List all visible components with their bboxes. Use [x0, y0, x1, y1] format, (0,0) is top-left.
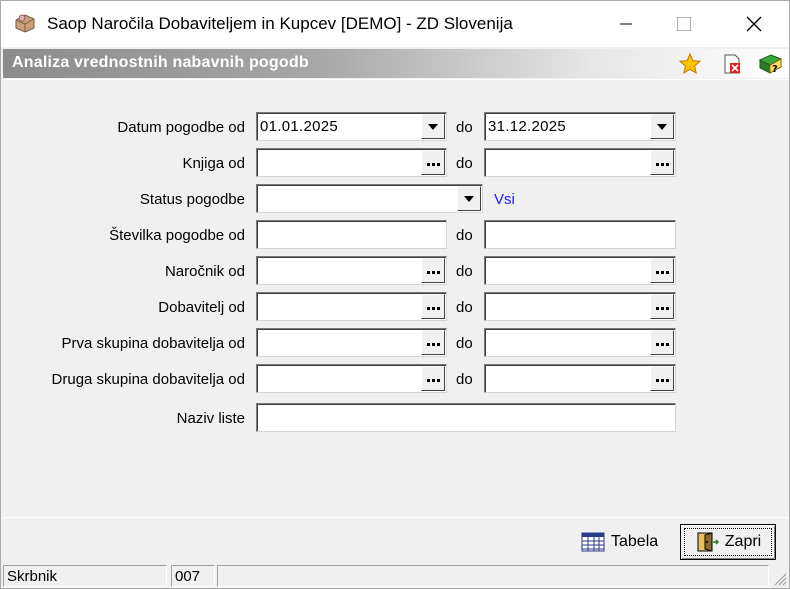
maximize-button[interactable]	[655, 1, 713, 47]
label-dobavitelj: Dobavitelj od	[158, 299, 245, 316]
label-status-pogodbe: Status pogodbe	[139, 191, 245, 208]
stevilka-from-input[interactable]	[256, 220, 447, 249]
label-naziv-liste: Naziv liste	[176, 410, 245, 427]
label-do: do	[456, 299, 473, 316]
filter-form: Datum pogodbe od 01.01.2025 do 31.12.202…	[3, 79, 789, 517]
label-prva-skupina: Prva skupina dobavitelja od	[61, 335, 245, 352]
status-bar: Skrbnik 007	[1, 563, 789, 588]
ellipsis-icon	[655, 343, 669, 346]
lookup-button[interactable]	[650, 366, 674, 391]
ellipsis-icon	[426, 307, 440, 310]
chevron-down-icon[interactable]	[650, 114, 674, 139]
page-title: Analiza vrednostnih nabavnih pogodb	[12, 54, 309, 71]
lookup-button[interactable]	[650, 330, 674, 355]
tabela-button[interactable]: Tabela	[575, 524, 664, 560]
zapri-label: Zapri	[724, 533, 762, 550]
main-window: Saop Naročila Dobaviteljem in Kupcev [DE…	[0, 0, 790, 589]
lookup-button[interactable]	[421, 258, 445, 283]
table-icon	[581, 532, 605, 552]
ellipsis-icon	[426, 271, 440, 274]
label-knjiga: Knjiga od	[182, 155, 245, 172]
label-do: do	[456, 335, 473, 352]
label-do: do	[456, 155, 473, 172]
knjiga-from-field[interactable]	[256, 148, 447, 177]
datum-from-dropdown[interactable]: 01.01.2025	[256, 112, 447, 141]
status-user: Skrbnik	[3, 565, 167, 587]
star-icon[interactable]	[677, 51, 703, 77]
help-book-icon[interactable]: ?	[757, 51, 783, 77]
lookup-button[interactable]	[421, 366, 445, 391]
ellipsis-icon	[655, 271, 669, 274]
status-hint: Vsi	[494, 191, 515, 208]
lookup-button[interactable]	[650, 294, 674, 319]
knjiga-to-field[interactable]	[484, 148, 676, 177]
naziv-liste-input[interactable]	[256, 403, 676, 432]
druga-skupina-to-field[interactable]	[484, 364, 676, 393]
narocnik-from-field[interactable]	[256, 256, 447, 285]
ellipsis-icon	[655, 379, 669, 382]
title-bar[interactable]: Saop Naročila Dobaviteljem in Kupcev [DE…	[1, 1, 789, 47]
zapri-button[interactable]: Zapri	[680, 524, 776, 560]
ellipsis-icon	[655, 163, 669, 166]
tabela-label: Tabela	[611, 533, 659, 550]
prva-skupina-from-field[interactable]	[256, 328, 447, 357]
ellipsis-icon	[426, 343, 440, 346]
lookup-button[interactable]	[421, 330, 445, 355]
close-icon	[746, 16, 762, 32]
lookup-button[interactable]	[650, 150, 674, 175]
narocnik-to-field[interactable]	[484, 256, 676, 285]
stevilka-to-input[interactable]	[484, 220, 676, 249]
close-button[interactable]	[725, 1, 783, 47]
app-icon	[13, 12, 37, 34]
header-band: Analiza vrednostnih nabavnih pogodb ?	[3, 49, 789, 78]
label-do: do	[456, 227, 473, 244]
status-extra	[217, 565, 769, 587]
svg-text:?: ?	[772, 64, 778, 75]
lookup-button[interactable]	[421, 150, 445, 175]
exit-door-icon	[697, 532, 719, 552]
chevron-down-icon[interactable]	[457, 186, 481, 211]
lookup-button[interactable]	[650, 258, 674, 283]
close-document-icon[interactable]	[719, 51, 745, 77]
dobavitelj-to-field[interactable]	[484, 292, 676, 321]
dobavitelj-from-field[interactable]	[256, 292, 447, 321]
label-datum-pogodbe: Datum pogodbe od	[117, 119, 245, 136]
label-do: do	[456, 119, 473, 136]
window-title: Saop Naročila Dobaviteljem in Kupcev [DE…	[47, 14, 513, 33]
ellipsis-icon	[426, 163, 440, 166]
button-bar: Tabela Zapri	[3, 517, 789, 563]
lookup-button[interactable]	[421, 294, 445, 319]
resize-grip-icon[interactable]	[771, 570, 787, 586]
minimize-button[interactable]	[597, 1, 655, 47]
ellipsis-icon	[655, 307, 669, 310]
chevron-down-icon[interactable]	[421, 114, 445, 139]
status-dropdown[interactable]	[256, 184, 483, 213]
status-code: 007	[171, 565, 215, 587]
label-druga-skupina: Druga skupina dobavitelja od	[51, 371, 245, 388]
druga-skupina-from-field[interactable]	[256, 364, 447, 393]
label-do: do	[456, 371, 473, 388]
label-stevilka-pogodbe: Številka pogodbe od	[109, 227, 245, 244]
prva-skupina-to-field[interactable]	[484, 328, 676, 357]
label-do: do	[456, 263, 473, 280]
label-narocnik: Naročnik od	[164, 263, 245, 280]
datum-to-dropdown[interactable]: 31.12.2025	[484, 112, 676, 141]
ellipsis-icon	[426, 379, 440, 382]
